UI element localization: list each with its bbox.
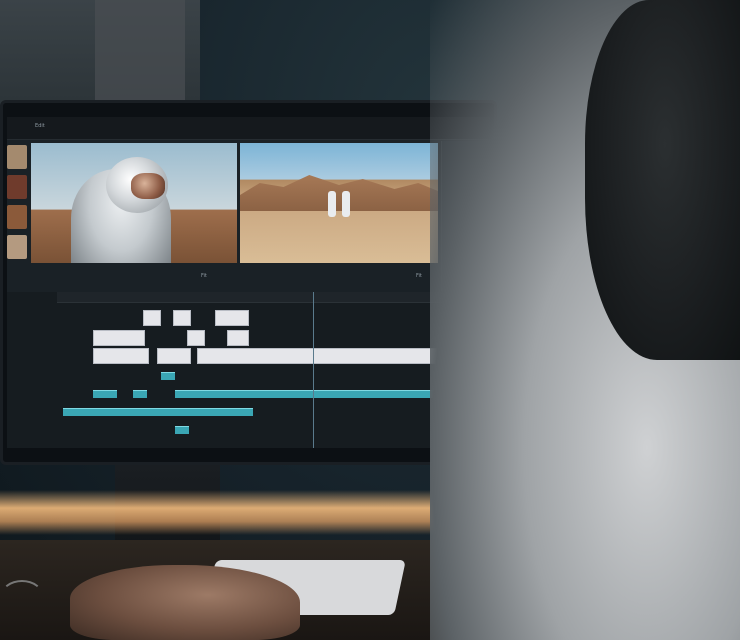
audio-clip[interactable]: [175, 390, 463, 398]
video-clip[interactable]: [93, 348, 149, 364]
viewer-controls: Fit Fit: [31, 265, 441, 287]
astronaut-figure: [342, 191, 350, 217]
playhead[interactable]: [313, 292, 314, 448]
media-thumbnail[interactable]: [7, 175, 27, 199]
astronaut-figure: [328, 191, 336, 217]
video-clip[interactable]: [143, 310, 161, 326]
person-hand: [70, 565, 300, 640]
program-viewer[interactable]: [240, 143, 438, 263]
fit-dropdown[interactable]: Fit: [416, 273, 422, 279]
media-thumbnail[interactable]: [7, 205, 27, 229]
led-light-strip: [0, 490, 470, 535]
audio-clip[interactable]: [93, 390, 117, 398]
video-clip[interactable]: [93, 330, 145, 346]
video-clip[interactable]: [197, 348, 463, 364]
timeline-ruler[interactable]: [57, 292, 454, 303]
app-topbar: Edit: [7, 117, 490, 140]
cable: [0, 580, 44, 614]
timeline-panel[interactable]: [7, 292, 490, 448]
background-shelf: [95, 0, 185, 100]
video-clip[interactable]: [215, 310, 249, 326]
helmet-visor: [131, 173, 165, 199]
media-bin: [7, 141, 29, 291]
video-clip[interactable]: [157, 348, 191, 364]
video-clip[interactable]: [173, 310, 191, 326]
audio-clip[interactable]: [161, 372, 175, 380]
desert-cliff: [240, 175, 438, 211]
person-head: [585, 0, 740, 360]
audio-clip[interactable]: [133, 390, 147, 398]
video-clip[interactable]: [227, 330, 249, 346]
source-viewer[interactable]: [31, 143, 237, 263]
video-clip[interactable]: [187, 330, 205, 346]
photo-scene: Edit Fit Fit: [0, 0, 740, 640]
audio-clip[interactable]: [63, 408, 253, 416]
topbar-label: Edit: [35, 123, 45, 129]
media-thumbnail[interactable]: [7, 145, 27, 169]
media-thumbnail[interactable]: [7, 235, 27, 259]
fit-dropdown[interactable]: Fit: [201, 273, 207, 279]
editing-app-screen: Edit Fit Fit: [7, 117, 490, 448]
audio-clip[interactable]: [175, 426, 189, 434]
computer-monitor: Edit Fit Fit: [0, 100, 497, 465]
